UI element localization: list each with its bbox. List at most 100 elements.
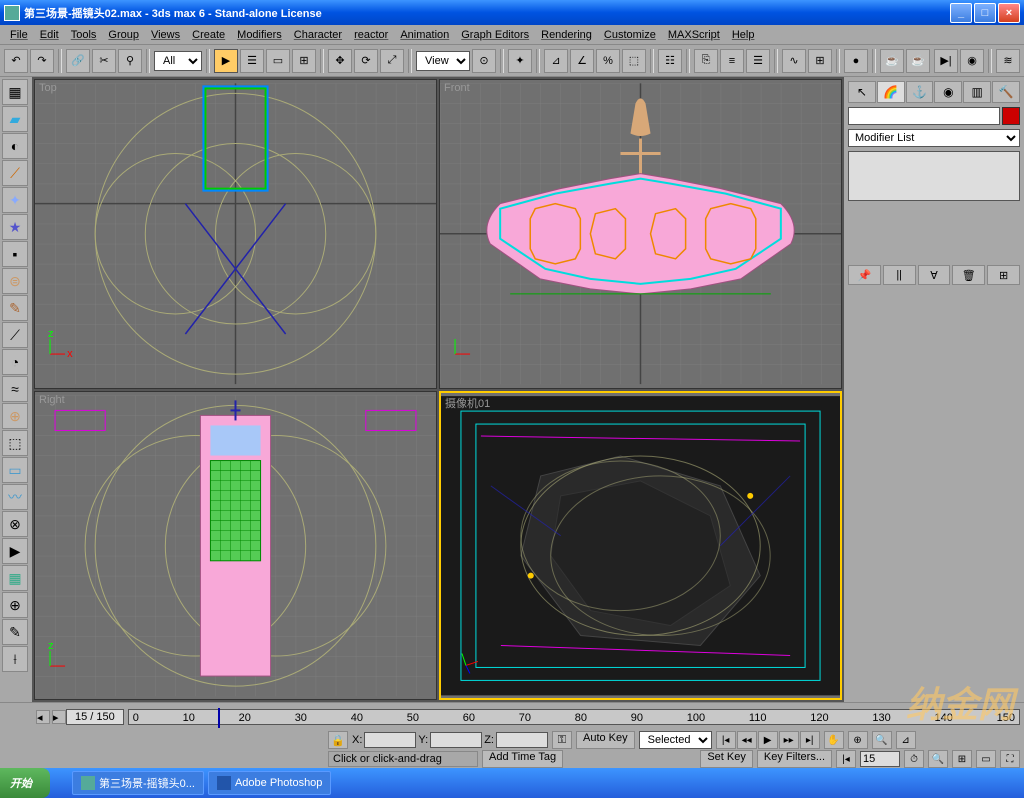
y-input[interactable] (430, 732, 482, 748)
util-icon[interactable]: ✎ (2, 619, 28, 645)
layers-grip-icon[interactable]: ≋ (996, 49, 1020, 73)
taskbar-item-3dsmax[interactable]: 第三场景-摇镜头0... (72, 771, 204, 795)
unique-icon[interactable]: ∀ (918, 265, 951, 285)
next-frame-icon[interactable]: ▸▸ (779, 731, 799, 749)
minimize-button[interactable]: _ (950, 3, 972, 23)
fracture-icon[interactable]: ⬚ (2, 430, 28, 456)
close-button[interactable]: × (998, 3, 1020, 23)
timeline-next-icon[interactable]: ▸ (52, 710, 66, 724)
axis-icon[interactable]: ▶| (934, 49, 958, 73)
selection-filter[interactable]: All (154, 51, 202, 71)
nav-max-icon[interactable]: ⛶ (1000, 750, 1020, 768)
show-result-icon[interactable]: || (883, 265, 916, 285)
toy-icon[interactable]: ⊕ (2, 403, 28, 429)
play-icon[interactable]: ▶ (758, 731, 778, 749)
nav-arc-icon[interactable]: ⊕ (848, 731, 868, 749)
manipulate-icon[interactable]: ✦ (508, 49, 532, 73)
constraint-icon[interactable]: ⊗ (2, 511, 28, 537)
menu-file[interactable]: File (4, 27, 34, 43)
wave-icon[interactable]: 〰 (2, 484, 28, 510)
pin-stack-icon[interactable]: 📌 (848, 265, 881, 285)
modifier-list-dropdown[interactable]: Modifier List (848, 129, 1020, 147)
lock-icon[interactable]: 🔒 (328, 731, 348, 749)
menu-create[interactable]: Create (186, 27, 231, 43)
nav-zoomall-icon[interactable]: ⊞ (952, 750, 972, 768)
render-scene-icon[interactable]: ☕ (880, 49, 904, 73)
menu-character[interactable]: Character (288, 27, 348, 43)
viewport-front[interactable]: Front (439, 79, 842, 389)
key-icon[interactable]: ⚿ (552, 731, 572, 749)
toggle-icon[interactable]: ◉ (960, 49, 984, 73)
material-icon[interactable]: ● (844, 49, 868, 73)
named-sel-icon[interactable]: ☷ (658, 49, 682, 73)
menu-maxscript[interactable]: MAXScript (662, 27, 726, 43)
key-mode-select[interactable]: Selected (639, 731, 712, 749)
motor-icon[interactable]: ◔ (2, 349, 28, 375)
motion-tab-icon[interactable]: ◉ (934, 81, 962, 103)
dashpot-icon[interactable]: ⟋ (2, 322, 28, 348)
align-icon[interactable]: ≡ (720, 49, 744, 73)
redo-icon[interactable]: ↷ (30, 49, 54, 73)
menu-customize[interactable]: Customize (598, 27, 662, 43)
link-icon[interactable]: 🔗 (66, 49, 90, 73)
star-icon[interactable]: ★ (2, 214, 28, 240)
layers-icon[interactable]: ☰ (746, 49, 770, 73)
wind-icon[interactable]: ≈ (2, 376, 28, 402)
rigid-body-icon[interactable]: ▦ (2, 79, 28, 105)
schematic-icon[interactable]: ⊞ (808, 49, 832, 73)
hierarchy-tab-icon[interactable]: ⚓ (906, 81, 934, 103)
modify-tab-icon[interactable]: 🌈 (877, 81, 905, 103)
move-icon[interactable]: ✥ (328, 49, 352, 73)
menu-group[interactable]: Group (102, 27, 145, 43)
prev-frame-icon[interactable]: ◂◂ (737, 731, 757, 749)
timeline-prev-icon[interactable]: ◂ (36, 710, 50, 724)
object-name-input[interactable] (848, 107, 1000, 125)
ref-coord-system[interactable]: View (416, 51, 470, 71)
menu-rendering[interactable]: Rendering (535, 27, 598, 43)
window-crossing-icon[interactable]: ⊞ (292, 49, 316, 73)
cloth-icon[interactable]: ▰ (2, 106, 28, 132)
timeline-track[interactable]: 01020 304050 607080 90100110 120130140 1… (128, 709, 1020, 725)
quick-render-icon[interactable]: ☕ (906, 49, 930, 73)
menu-edit[interactable]: Edit (34, 27, 65, 43)
curve-editor-icon[interactable]: ∿ (782, 49, 806, 73)
rope-icon[interactable]: ⟋ (2, 160, 28, 186)
menu-tools[interactable]: Tools (65, 27, 103, 43)
auto-key-button[interactable]: Auto Key (576, 731, 635, 749)
taskbar-item-photoshop[interactable]: Adobe Photoshop (208, 771, 331, 795)
percent-snap-icon[interactable]: % (596, 49, 620, 73)
scale-icon[interactable]: ⤢ (380, 49, 404, 73)
analyze-icon[interactable]: ⊕ (2, 592, 28, 618)
preview-icon[interactable]: ▶ (2, 538, 28, 564)
set-key-button[interactable]: Set Key (700, 750, 753, 768)
time-config-icon[interactable]: ⏱ (904, 750, 924, 768)
spinner-snap-icon[interactable]: ⬚ (622, 49, 646, 73)
goto-start-icon[interactable]: |◂ (716, 731, 736, 749)
pivot-icon[interactable]: ⊙ (472, 49, 496, 73)
goto-end-icon[interactable]: ▸| (800, 731, 820, 749)
rotate-icon[interactable]: ⟳ (354, 49, 378, 73)
undo-icon[interactable]: ↶ (4, 49, 28, 73)
plane-icon[interactable]: ▪ (2, 241, 28, 267)
viewport-right[interactable]: Right (34, 391, 437, 701)
select-icon[interactable]: ▶ (214, 49, 238, 73)
select-name-icon[interactable]: ☰ (240, 49, 264, 73)
menu-grapheditors[interactable]: Graph Editors (455, 27, 535, 43)
nav-pan-icon[interactable]: ✋ (824, 731, 844, 749)
remove-mod-icon[interactable]: 🗑 (952, 265, 985, 285)
snap-icon[interactable]: ⊿ (544, 49, 568, 73)
add-time-tag-button[interactable]: Add Time Tag (482, 750, 563, 768)
angle-snap-icon[interactable]: ∠ (570, 49, 594, 73)
bind-icon[interactable]: ⚲ (118, 49, 142, 73)
spring-icon[interactable]: ⊜ (2, 268, 28, 294)
menu-reactor[interactable]: reactor (348, 27, 394, 43)
modifier-stack[interactable] (848, 151, 1020, 201)
menu-views[interactable]: Views (145, 27, 186, 43)
start-button[interactable]: 开始 (0, 768, 50, 798)
create-tab-icon[interactable]: ↖ (848, 81, 876, 103)
water-icon[interactable]: ▭ (2, 457, 28, 483)
select-rect-icon[interactable]: ▭ (266, 49, 290, 73)
mirror-icon[interactable]: ⎘ (694, 49, 718, 73)
viewport-top[interactable]: Top xz (34, 79, 437, 389)
configure-icon[interactable]: ⊞ (987, 265, 1020, 285)
